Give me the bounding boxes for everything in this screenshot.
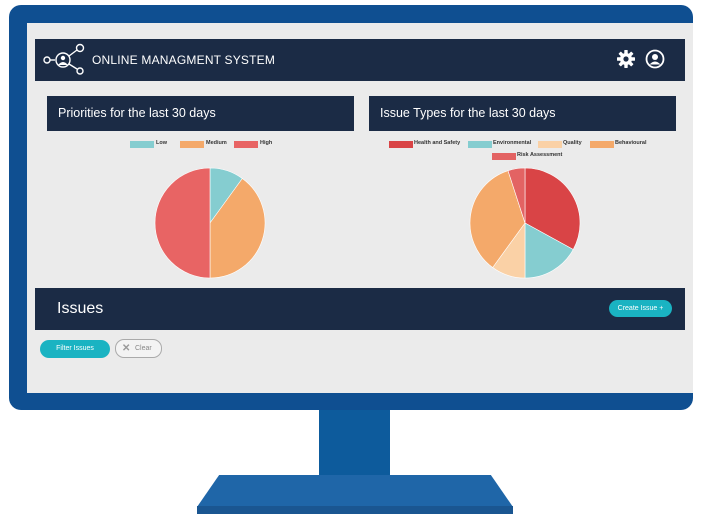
legend-label-risk-assessment: Risk Assessment [517, 152, 563, 158]
priorities-title: Priorities for the last 30 days [58, 106, 216, 120]
clear-button[interactable]: ✕ Clear [115, 339, 162, 358]
user-icon[interactable] [645, 49, 665, 69]
monitor-frame: ONLINE MANAGMENT SYSTEM Priorities for t… [9, 5, 693, 410]
filter-issues-button[interactable]: Filter Issues [40, 340, 110, 358]
monitor-stand-base [197, 475, 513, 507]
monitor-stand-base-edge [197, 506, 513, 514]
pie-slice-high[interactable] [154, 167, 211, 279]
clear-label: Clear [135, 345, 152, 352]
top-bar: ONLINE MANAGMENT SYSTEM [35, 39, 685, 81]
legend-swatch [468, 141, 492, 148]
legend-label-quality: Quality [563, 140, 582, 146]
network-logo-icon [41, 43, 89, 82]
priorities-pie-chart [154, 167, 266, 279]
priorities-panel-header: Priorities for the last 30 days [47, 96, 354, 131]
legend-swatch [389, 141, 413, 148]
legend-swatch [590, 141, 614, 148]
gear-icon[interactable] [616, 49, 636, 69]
legend-label-behavioural: Behavioural [615, 140, 647, 146]
issue-types-pie-chart [469, 167, 581, 279]
legend-label-high: High [260, 140, 273, 146]
issue-types-title: Issue Types for the last 30 days [380, 106, 556, 120]
legend-label-low: Low [156, 140, 167, 146]
issues-bar: Issues Create Issue + [35, 288, 685, 330]
screen: ONLINE MANAGMENT SYSTEM Priorities for t… [27, 23, 693, 393]
close-icon: ✕ [122, 343, 131, 354]
legend-swatch [180, 141, 204, 148]
legend-swatch [492, 153, 516, 160]
legend-label-environmental: Environmental [493, 140, 532, 146]
legend-label-health-safety: Health and Safety [414, 140, 461, 146]
create-issue-button[interactable]: Create Issue + [609, 300, 672, 317]
legend-swatch [538, 141, 562, 148]
legend-label-medium: Medium [206, 140, 227, 146]
legend-swatch [130, 141, 154, 148]
issue-types-panel-header: Issue Types for the last 30 days [369, 96, 676, 131]
issues-title: Issues [57, 300, 104, 317]
app-title: ONLINE MANAGMENT SYSTEM [92, 53, 276, 67]
legend-swatch [234, 141, 258, 148]
